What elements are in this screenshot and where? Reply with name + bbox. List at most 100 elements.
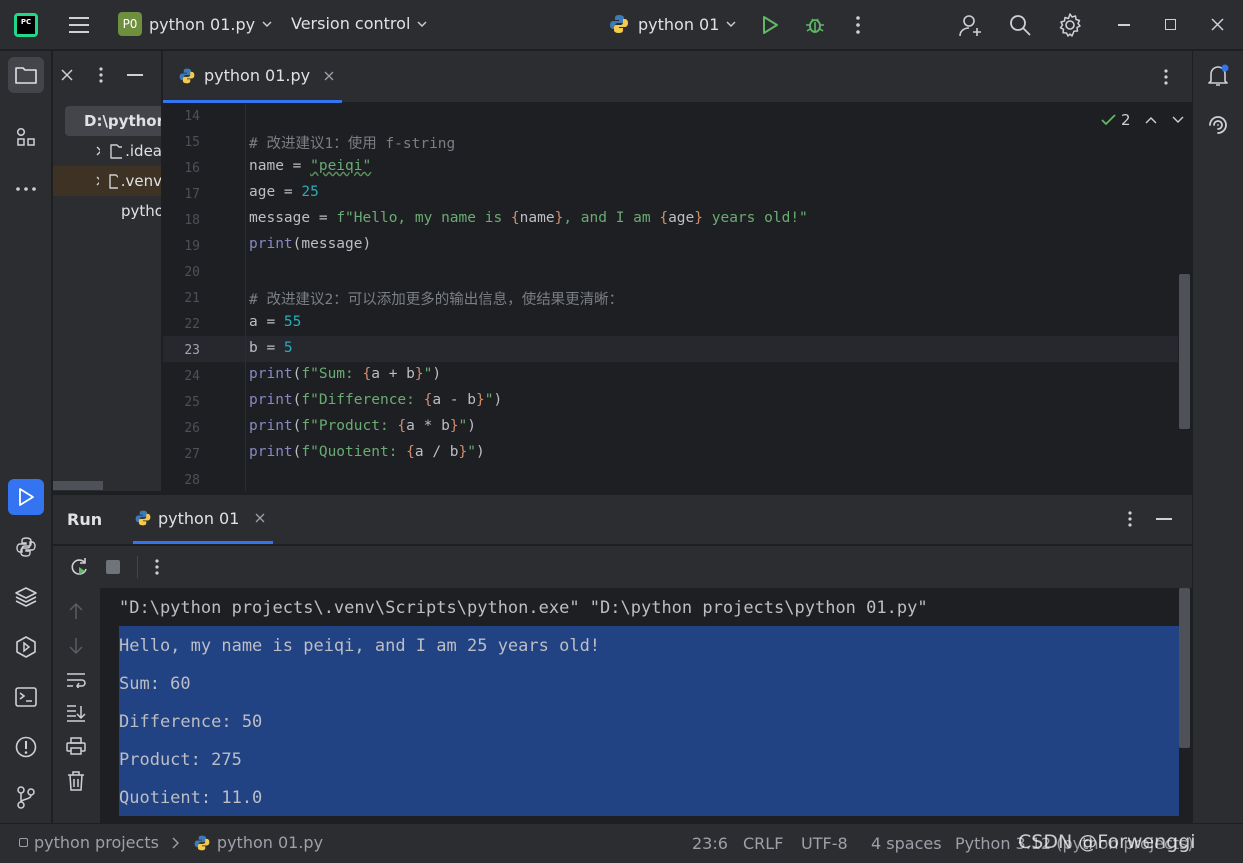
vertical-scrollbar[interactable] [1179,274,1190,429]
panel-options-icon[interactable] [98,67,104,83]
fstring-brace: } [476,392,485,408]
editor-options-icon[interactable] [1163,69,1169,85]
layers-icon [15,587,37,607]
run-panel-title: Run [67,510,103,529]
chevron-right-icon [96,176,99,186]
line-number: 21 [184,291,200,306]
search-icon[interactable] [1008,13,1032,37]
run-options-icon[interactable] [1127,511,1133,527]
string-literal: " [458,418,468,434]
code-token: ) [493,392,503,408]
fstring-brace: { [659,210,669,226]
title-bar: PC P0 python 01.py Version control pytho… [0,0,1243,50]
run-config-selector[interactable]: python 01 [608,13,736,35]
code-token: ) [476,444,485,460]
indent-setting[interactable]: 4 spaces [871,834,942,853]
builtin-function: print [249,444,293,460]
line-number: 17 [184,187,200,202]
caret-position[interactable]: 23:6 [692,834,728,853]
hide-panel-icon[interactable] [127,74,143,76]
project-tool-button[interactable] [8,57,44,93]
collapse-all-icon[interactable] [61,69,73,81]
tree-item-idea[interactable]: .idea [53,136,161,166]
minimize-icon[interactable] [1118,24,1130,26]
terminal-tool-button[interactable] [8,679,44,715]
services-tool-button[interactable] [8,629,44,665]
fstring-brace: } [554,210,564,226]
python-icon [610,15,628,33]
code-line-23: b = 5 [249,340,293,356]
console-output[interactable]: "D:\python projects\.venv\Scripts\python… [100,588,1192,823]
code-token: a / b [414,444,459,460]
warning-circle-icon [15,736,37,758]
number-literal: 5 [283,340,293,356]
code-token: a - b [432,392,476,408]
problems-tool-button[interactable] [8,729,44,765]
string-literal: "peiqi" [310,158,372,174]
project-module-icon [19,838,28,847]
rerun-icon[interactable] [69,557,89,577]
scroll-to-end-icon[interactable] [66,704,86,722]
run-more-options-icon[interactable] [154,559,160,575]
code-line-27: print(f"Quotient: {a / b}") [249,444,485,460]
console-line: Hello, my name is peiqi, and I am 25 yea… [119,636,601,656]
add-user-icon[interactable] [958,13,984,39]
line-number: 26 [184,421,200,436]
run-tool-button[interactable] [8,479,44,515]
python-packages-tool-button[interactable] [8,579,44,615]
more-tools-icon[interactable] [8,171,44,207]
maximize-icon[interactable] [1165,19,1176,30]
more-actions-icon[interactable] [855,15,861,35]
inspection-widget[interactable]: 2 [1101,111,1184,129]
line-number: 14 [184,109,200,124]
arrow-up-icon[interactable] [68,602,84,620]
line-ending[interactable]: CRLF [743,834,783,853]
comment: # 改进建议1：使用 f-string [249,136,456,152]
code-line-26: print(f"Product: {a * b}") [249,418,476,434]
python-console-tool-button[interactable] [8,529,44,565]
vcs-label: Version control [291,14,411,33]
run-tab-python01[interactable]: python 01 [133,495,273,544]
inspection-count: 2 [1121,111,1131,129]
soft-wrap-icon[interactable] [66,672,86,688]
ai-assistant-icon[interactable] [1206,113,1230,137]
notifications-bell-icon[interactable] [1206,64,1230,88]
code-editor[interactable]: 14 15 16 17 18 19 20 21 22 23 24 25 26 2… [163,104,1192,491]
tab-python01[interactable]: python 01.py [163,51,342,103]
settings-gear-icon[interactable] [1057,12,1083,38]
vcs-selector[interactable]: Version control [291,14,427,33]
project-selector[interactable]: P0 python 01.py [118,12,272,36]
stop-icon[interactable] [106,560,120,574]
chevron-down-icon[interactable] [1172,115,1184,125]
folder-icon [110,144,123,159]
print-icon[interactable] [66,737,86,755]
line-number: 15 [184,135,200,150]
tree-item-python01[interactable]: python 01.py [53,196,161,226]
git-tool-button[interactable] [8,779,44,815]
code-token: ) [432,366,442,382]
console-scrollbar[interactable] [1179,588,1190,748]
line-number: 16 [184,161,200,176]
arrow-down-icon[interactable] [68,637,84,655]
file-encoding[interactable]: UTF-8 [801,834,848,853]
string-literal: f"Hello, my name is [336,210,511,226]
trash-icon[interactable] [67,771,85,791]
code-token: ) [467,418,477,434]
debug-button[interactable] [804,14,826,36]
structure-tool-button[interactable] [8,120,44,156]
main-menu-icon[interactable] [67,14,91,36]
close-tab-icon[interactable] [324,71,334,81]
git-branch-icon [17,786,35,809]
close-window-icon[interactable] [1211,18,1224,31]
close-tab-icon[interactable] [255,513,265,523]
tree-item-venv[interactable]: .venv [53,166,161,196]
breadcrumb-file[interactable]: python 01.py [217,833,323,852]
hide-run-panel-icon[interactable] [1156,518,1172,520]
chevron-up-icon[interactable] [1145,115,1157,125]
horizontal-scrollbar[interactable] [53,481,103,490]
breadcrumb-project[interactable]: python projects [34,833,159,852]
checkmark-icon [1101,114,1116,126]
chevron-down-icon [262,21,272,27]
run-button[interactable] [760,15,780,35]
tree-item-root[interactable]: D:\python projects [65,106,161,136]
